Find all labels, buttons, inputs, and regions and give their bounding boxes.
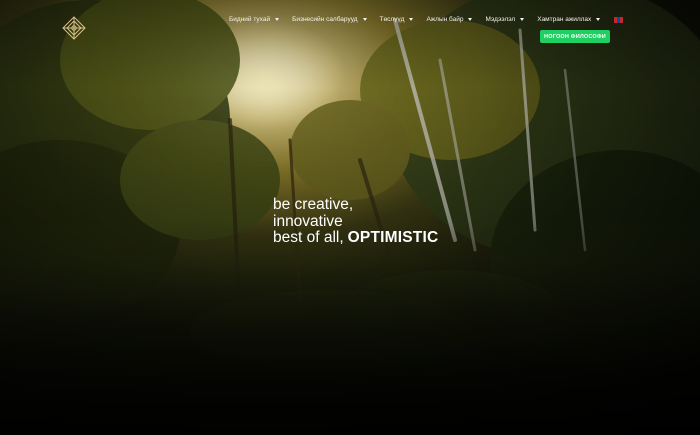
chevron-down-icon	[520, 18, 525, 21]
nav-item-about[interactable]: Бидний тухай	[229, 16, 280, 23]
diamond-ornament-logo-icon	[62, 16, 86, 40]
mongolia-flag-icon[interactable]	[614, 16, 624, 23]
hero-tagline: be creative, innovative best of all, OPTI…	[273, 196, 439, 247]
chevron-down-icon	[362, 18, 367, 21]
tagline-line-3-text: best of all,	[273, 229, 344, 246]
nav-item-projects[interactable]: Төслүүд	[380, 16, 414, 23]
chevron-down-icon	[275, 18, 280, 21]
nav-item-label: Төслүүд	[379, 16, 405, 23]
nav-item-label: Мэдээлэл	[485, 16, 516, 23]
tagline-emphasis: OPTIMISTIC	[347, 229, 439, 246]
nav-item-partnership[interactable]: Хамтран ажиллах	[537, 16, 601, 23]
nav-item-label: Хамтран ажиллах	[537, 16, 592, 23]
chevron-down-icon	[596, 18, 601, 21]
brand-logo[interactable]	[62, 16, 92, 40]
tagline-line-1: be creative,	[273, 196, 354, 213]
chevron-down-icon	[468, 18, 473, 21]
tagline-line-2: innovative	[273, 212, 343, 230]
green-philosophy-button[interactable]: НОГООН ФИЛОСОФИ	[540, 30, 610, 43]
chevron-down-icon	[409, 18, 414, 21]
nav-item-label: Ажлын байр	[426, 16, 464, 23]
nav-item-careers[interactable]: Ажлын байр	[426, 16, 473, 23]
nav-item-news[interactable]: Мэдээлэл	[485, 16, 525, 23]
nav-item-business-sectors[interactable]: Бизнесийн салбарууд	[292, 16, 367, 23]
tagline-line-3: best of all, OPTIMISTIC	[273, 229, 439, 247]
main-nav: Бидний тухай Бизнесийн салбарууд Төслүүд…	[229, 16, 624, 23]
nav-item-label: Бизнесийн салбарууд	[292, 16, 358, 23]
nav-item-label: Бидний тухай	[229, 16, 271, 23]
